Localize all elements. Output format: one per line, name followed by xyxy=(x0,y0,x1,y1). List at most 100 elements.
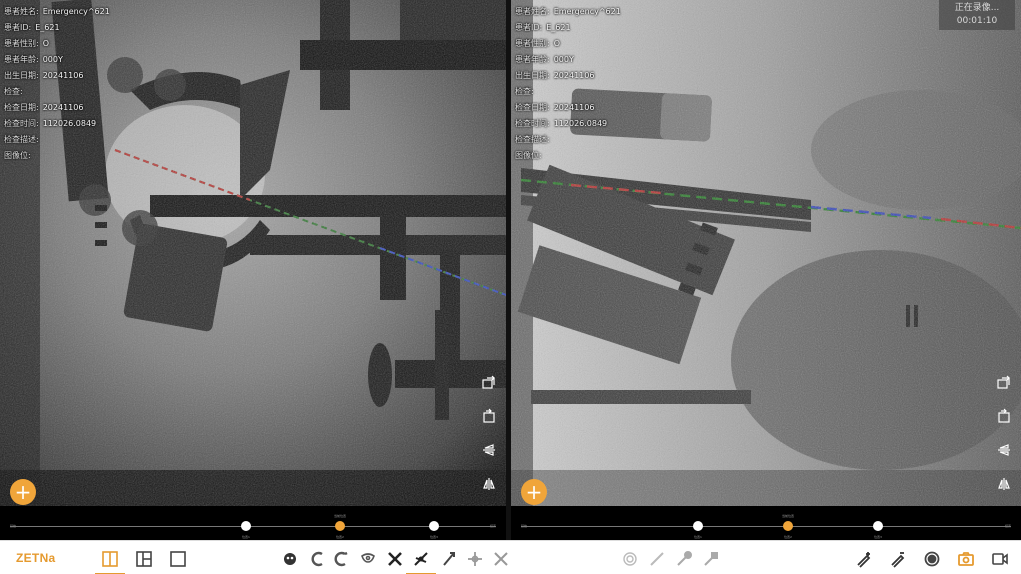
timeline-track[interactable] xyxy=(521,526,1011,527)
left-timeline: 起始 结束 当前位置 位置1 位置2 位置3 xyxy=(0,506,506,540)
needle-icon[interactable] xyxy=(646,548,668,570)
timeline-current-label: 当前位置 xyxy=(333,514,347,518)
info-value: E_621 xyxy=(546,23,571,32)
info-row: 患者姓名: Emergency^621 xyxy=(4,4,110,20)
left-add-button[interactable]: + xyxy=(10,479,36,505)
timeline-marker[interactable] xyxy=(241,521,251,531)
left-side-tools xyxy=(478,372,502,494)
flip-horizontal-icon[interactable] xyxy=(478,474,500,494)
timeline-marker-label: 位置2 xyxy=(336,535,344,539)
info-value: 112026.0849 xyxy=(42,119,97,128)
info-label: 患者性别: xyxy=(4,39,39,48)
rotate-left-icon[interactable] xyxy=(993,372,1015,392)
timeline-marker-active[interactable] xyxy=(335,521,345,531)
flip-horizontal-icon[interactable] xyxy=(993,474,1015,494)
info-row: 患者性别: O xyxy=(4,36,110,52)
info-value: 000Y xyxy=(553,55,574,64)
timeline-marker-label: 位置1 xyxy=(694,535,702,539)
recording-indicator: 正在录像... 00:01:10 xyxy=(939,0,1015,30)
right-xray-viewport[interactable]: 患者姓名: Emergency^621 患者ID: E_621 患者性别: O 患者年龄: 0… xyxy=(511,0,1021,506)
info-value: O xyxy=(553,39,560,48)
info-label: 患者姓名: xyxy=(515,7,550,16)
layout-two-pane-button[interactable] xyxy=(95,548,125,574)
layout-three-pane-button[interactable] xyxy=(133,548,155,570)
recording-status: 正在录像... xyxy=(954,3,1000,13)
rotate-right-icon[interactable] xyxy=(993,406,1015,426)
info-label: 检查: xyxy=(515,87,534,96)
info-value: 112026.0849 xyxy=(553,119,608,128)
cross-light-icon[interactable] xyxy=(490,548,512,570)
left-patient-info: 患者姓名: Emergency^621 患者ID: E_621 患者性别: O 患者年龄: 0… xyxy=(4,4,110,164)
info-value: 20241106 xyxy=(553,71,595,80)
rotate-left-icon[interactable] xyxy=(478,372,500,392)
info-row: 图像位: xyxy=(4,148,110,164)
info-value: 000Y xyxy=(42,55,63,64)
target-icon[interactable] xyxy=(619,548,641,570)
pen-remove-icon[interactable] xyxy=(887,548,909,570)
info-label: 检查: xyxy=(4,87,23,96)
drill-icon[interactable] xyxy=(700,548,722,570)
timeline-end-label: 结束 xyxy=(1004,524,1011,528)
recording-time: 00:01:10 xyxy=(956,16,998,26)
right-side-tools xyxy=(993,372,1017,494)
flip-vertical-icon[interactable] xyxy=(993,440,1015,460)
info-value: 20241106 xyxy=(553,103,595,112)
info-row: 出生日期: 20241106 xyxy=(515,68,621,84)
left-xray-viewport[interactable]: 患者姓名: Emergency^621 患者ID: E_621 患者性别: O 患者年龄: 0… xyxy=(0,0,506,506)
info-row: 检查日期: 20241106 xyxy=(4,100,110,116)
info-value: E_621 xyxy=(35,23,60,32)
info-row: 检查时间: 112026.0849 xyxy=(4,116,110,132)
pen-add-icon[interactable] xyxy=(853,548,875,570)
info-value: 20241106 xyxy=(42,71,84,80)
bottom-toolbar: ZETNa xyxy=(0,540,1021,574)
right-add-button[interactable]: + xyxy=(521,479,547,505)
rotate-right-icon[interactable] xyxy=(478,406,500,426)
info-label: 图像位: xyxy=(4,151,31,160)
timeline-start-label: 起始 xyxy=(10,524,17,528)
info-value: 20241106 xyxy=(42,103,84,112)
info-row: 患者性别: O xyxy=(515,36,621,52)
timeline-end-label: 结束 xyxy=(489,524,496,528)
info-label: 患者ID: xyxy=(4,23,32,32)
right-patient-info: 患者姓名: Emergency^621 患者ID: E_621 患者性别: O 患者年龄: 0… xyxy=(515,4,621,164)
info-row: 检查: xyxy=(515,84,621,100)
flip-vertical-icon[interactable] xyxy=(478,440,500,460)
info-label: 患者性别: xyxy=(515,39,550,48)
probe-icon[interactable] xyxy=(673,548,695,570)
timeline-marker[interactable] xyxy=(693,521,703,531)
timeline-marker[interactable] xyxy=(429,521,439,531)
c-arm-left-icon[interactable] xyxy=(307,548,329,570)
vertebra-icon[interactable] xyxy=(357,548,379,570)
info-row: 检查日期: 20241106 xyxy=(515,100,621,116)
info-label: 患者年龄: xyxy=(515,55,550,64)
camera-icon[interactable] xyxy=(955,548,977,570)
timeline-marker-label: 位置2 xyxy=(784,535,792,539)
info-row: 图像位: xyxy=(515,148,621,164)
timeline-marker-label: 位置3 xyxy=(430,535,438,539)
record-target-icon[interactable] xyxy=(921,548,943,570)
c-arm-right-icon[interactable] xyxy=(331,548,353,570)
timeline-track[interactable] xyxy=(10,526,496,527)
skull-icon[interactable] xyxy=(279,548,301,570)
info-row: 检查: xyxy=(4,84,110,100)
info-label: 检查日期: xyxy=(515,103,550,112)
info-label: 检查日期: xyxy=(4,103,39,112)
info-row: 患者ID: E_621 xyxy=(515,20,621,36)
trajectory-tool-icon[interactable] xyxy=(406,548,436,574)
info-label: 检查时间: xyxy=(515,119,550,128)
info-label: 检查描述: xyxy=(515,135,550,144)
info-label: 患者姓名: xyxy=(4,7,39,16)
info-row: 患者年龄: 000Y xyxy=(4,52,110,68)
crosshair-icon[interactable] xyxy=(464,548,486,570)
timeline-marker-active[interactable] xyxy=(783,521,793,531)
info-row: 出生日期: 20241106 xyxy=(4,68,110,84)
timeline-marker[interactable] xyxy=(873,521,883,531)
info-value: O xyxy=(42,39,49,48)
info-label: 检查时间: xyxy=(4,119,39,128)
layout-single-pane-button[interactable] xyxy=(167,548,189,570)
cross-tool-icon[interactable] xyxy=(384,548,406,570)
screw-insert-icon[interactable] xyxy=(438,548,460,570)
video-icon[interactable] xyxy=(989,548,1011,570)
info-label: 图像位: xyxy=(515,151,542,160)
info-row: 检查描述: xyxy=(4,132,110,148)
